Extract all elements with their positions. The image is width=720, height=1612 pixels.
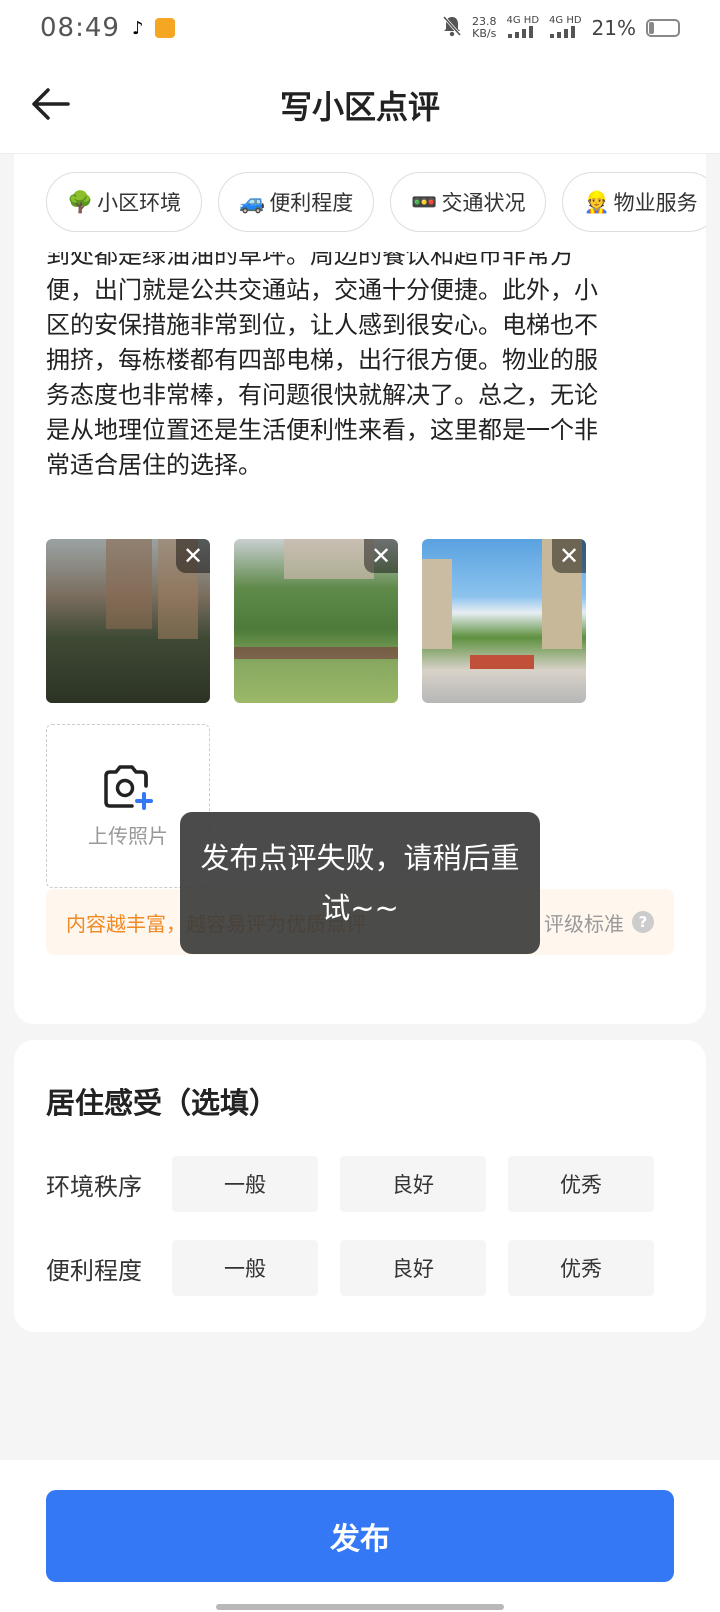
car-icon: 🚙 — [239, 189, 266, 214]
tag-label: 便利程度 — [269, 191, 354, 215]
battery-icon — [646, 19, 680, 37]
status-time: 08:49 — [40, 13, 120, 43]
add-photo-camera-icon — [104, 764, 153, 810]
photo-thumbnail[interactable]: ✕ — [234, 539, 398, 703]
review-line: 是从地理位置还是生活便利性来看，这里都是一个非 — [46, 416, 598, 444]
sim2-signal: 4G HD — [549, 15, 582, 41]
rating-option-good[interactable]: 良好 — [340, 1156, 486, 1212]
battery-fill — [649, 22, 655, 34]
photo-thumbnail[interactable]: ✕ — [422, 539, 586, 703]
building-shape — [284, 539, 374, 579]
net-speed: 23.8 KB/s — [472, 16, 497, 40]
rating-option-average[interactable]: 一般 — [172, 1156, 318, 1212]
review-line: 便，出门就是公共交通站，交通十分便捷。此外，小 — [46, 276, 598, 304]
living-experience-card: 居住感受（选填） 环境秩序 一般 良好 优秀 便利程度 一般 良好 优秀 — [14, 1040, 706, 1332]
gate-shape — [470, 655, 534, 669]
rating-label: 便利程度 — [46, 1256, 142, 1285]
rating-option-good[interactable]: 良好 — [340, 1240, 486, 1296]
review-line: 务态度也非常棒，有问题很快就解决了。总之，无论 — [46, 381, 598, 409]
rating-options: 一般 良好 优秀 — [172, 1240, 654, 1296]
status-right: 23.8 KB/s 4G HD 4G HD 21% — [442, 15, 680, 41]
review-line: 到处都是绿油油的草坪。周边的餐饮和超市非常方 — [46, 252, 574, 269]
rating-option-excellent[interactable]: 优秀 — [508, 1156, 654, 1212]
header: 写小区点评 — [0, 56, 720, 154]
worker-icon: 👷 — [583, 189, 610, 214]
battery-percent: 21% — [591, 16, 636, 40]
tag-convenience[interactable]: 🚙 便利程度 — [218, 172, 375, 232]
back-button[interactable] — [28, 82, 72, 126]
tag-list[interactable]: 🌳 小区环境 🚙 便利程度 🚥 交通状况 👷 物业服务 — [46, 172, 706, 234]
error-toast: 发布点评失败，请稍后重试~~ — [180, 812, 540, 954]
review-line: 拥挤，每栋楼都有四部电梯，出行很方便。物业的服 — [46, 346, 598, 374]
tag-traffic[interactable]: 🚥 交通状况 — [390, 172, 547, 232]
video-app-icon — [155, 18, 176, 38]
review-text-body: 到处都是绿油油的草坪。周边的餐饮和超市非常方 便，出门就是公共交通站，交通十分便… — [46, 252, 676, 483]
photo-thumbnail[interactable]: ✕ — [46, 539, 210, 703]
remove-photo-button[interactable]: ✕ — [364, 539, 398, 573]
mute-bell-icon — [442, 15, 462, 41]
page-title: 写小区点评 — [279, 87, 440, 126]
bottom-bar: 发布 — [0, 1460, 720, 1612]
tag-label: 交通状况 — [441, 191, 526, 215]
tag-property[interactable]: 👷 物业服务 — [562, 172, 706, 232]
back-arrow-icon — [32, 88, 70, 120]
help-icon: ? — [632, 911, 654, 933]
rating-standard-link[interactable]: 评级标准 ? — [544, 908, 654, 937]
traffic-light-icon: 🚥 — [411, 189, 438, 214]
section-title: 居住感受（选填） — [46, 1086, 279, 1120]
remove-photo-button[interactable]: ✕ — [552, 539, 586, 573]
rating-option-average[interactable]: 一般 — [172, 1240, 318, 1296]
upload-label: 上传照片 — [88, 823, 168, 848]
sim1-signal: 4G HD — [506, 15, 540, 41]
status-bar: 08:49 ♪ 23.8 KB/s 4G HD 4G HD 21% — [0, 0, 720, 56]
sim2-label: 4G HD — [549, 15, 582, 26]
sim1-label: 4G HD — [506, 15, 540, 26]
rating-option-excellent[interactable]: 优秀 — [508, 1240, 654, 1296]
rating-standard-label: 评级标准 — [544, 911, 624, 936]
status-left: 08:49 ♪ — [40, 13, 176, 43]
tag-label: 小区环境 — [97, 191, 182, 215]
building-shape — [422, 559, 452, 649]
rating-row-environment: 环境秩序 一般 良好 优秀 — [46, 1156, 686, 1212]
home-indicator[interactable] — [216, 1604, 504, 1610]
net-speed-unit: KB/s — [472, 27, 497, 40]
flowerbed-shape — [234, 647, 398, 659]
remove-photo-button[interactable]: ✕ — [176, 539, 210, 573]
tag-environment[interactable]: 🌳 小区环境 — [46, 172, 203, 232]
publish-button[interactable]: 发布 — [46, 1490, 674, 1582]
signal-bars-icon — [507, 26, 533, 38]
tree-icon: 🌳 — [67, 189, 94, 214]
rating-options: 一般 良好 优秀 — [172, 1156, 654, 1212]
signal-bars-icon — [550, 26, 576, 38]
tiktok-icon: ♪ — [131, 17, 144, 39]
building-shape — [106, 539, 152, 629]
photo-list: ✕ ✕ ✕ — [46, 539, 586, 703]
rating-label: 环境秩序 — [46, 1172, 142, 1201]
review-line: 区的安保措施非常到位，让人感到很安心。电梯也不 — [46, 311, 598, 339]
rating-row-convenience: 便利程度 一般 良好 优秀 — [46, 1240, 686, 1296]
tag-label: 物业服务 — [613, 191, 698, 215]
review-line: 常适合居住的选择。 — [46, 451, 262, 479]
